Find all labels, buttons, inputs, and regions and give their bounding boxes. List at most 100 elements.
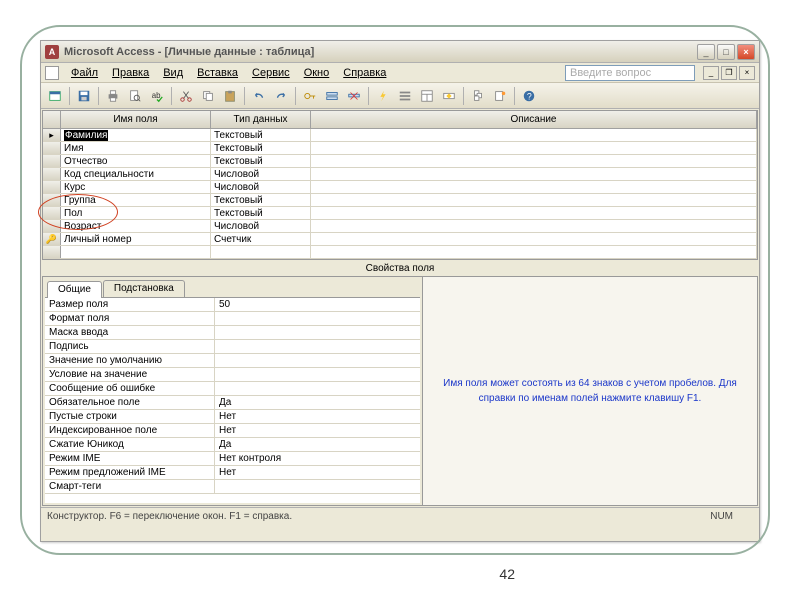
property-value[interactable]: Нет контроля bbox=[215, 452, 420, 465]
mdi-close-button[interactable]: × bbox=[739, 66, 755, 80]
property-row[interactable]: Условие на значение bbox=[45, 368, 420, 382]
property-value[interactable] bbox=[215, 480, 420, 493]
property-row[interactable]: Обязательное полеДа bbox=[45, 396, 420, 410]
property-value[interactable] bbox=[215, 340, 420, 353]
cell-field-name[interactable]: Фамилия bbox=[61, 129, 211, 141]
cell-field-name[interactable]: Код специальности bbox=[61, 168, 211, 180]
property-row[interactable]: Режим IMEНет контроля bbox=[45, 452, 420, 466]
print-button[interactable] bbox=[103, 86, 123, 106]
property-value[interactable] bbox=[215, 382, 420, 395]
tab-general[interactable]: Общие bbox=[47, 281, 102, 298]
mdi-minimize-button[interactable]: _ bbox=[703, 66, 719, 80]
row-selector[interactable] bbox=[43, 181, 61, 193]
table-row[interactable]: КурсЧисловой bbox=[43, 181, 757, 194]
mdi-restore-button[interactable]: ❐ bbox=[721, 66, 737, 80]
menu-help[interactable]: Справка bbox=[337, 65, 392, 81]
paste-button[interactable] bbox=[220, 86, 240, 106]
copy-button[interactable] bbox=[198, 86, 218, 106]
insert-rows-button[interactable] bbox=[322, 86, 342, 106]
property-row[interactable]: Размер поля50 bbox=[45, 298, 420, 312]
property-row[interactable]: Смарт-теги bbox=[45, 480, 420, 494]
cell-field-type[interactable]: Текстовый bbox=[211, 129, 311, 141]
row-selector[interactable]: ▸ bbox=[43, 129, 61, 141]
property-value[interactable]: Да bbox=[215, 438, 420, 451]
cell-field-name[interactable]: Пол bbox=[61, 207, 211, 219]
preview-button[interactable] bbox=[125, 86, 145, 106]
row-selector[interactable] bbox=[43, 155, 61, 167]
cell-field-desc[interactable] bbox=[311, 220, 757, 232]
maximize-button[interactable]: □ bbox=[717, 44, 735, 60]
field-grid[interactable]: Имя поля Тип данных Описание ▸ФамилияТек… bbox=[42, 110, 758, 260]
tab-lookup[interactable]: Подстановка bbox=[103, 280, 185, 297]
build-button[interactable] bbox=[439, 86, 459, 106]
cell-field-type[interactable]: Текстовый bbox=[211, 194, 311, 206]
cell-field-name[interactable]: Имя bbox=[61, 142, 211, 154]
property-row[interactable]: Сообщение об ошибке bbox=[45, 382, 420, 396]
spell-button[interactable]: ab bbox=[147, 86, 167, 106]
close-button[interactable]: × bbox=[737, 44, 755, 60]
cell-field-type[interactable]: Текстовый bbox=[211, 142, 311, 154]
row-selector[interactable] bbox=[43, 168, 61, 180]
cell-field-desc[interactable] bbox=[311, 181, 757, 193]
cell-field-desc[interactable] bbox=[311, 142, 757, 154]
cell-field-desc[interactable] bbox=[311, 129, 757, 141]
table-row[interactable]: 🔑Личный номерСчетчик bbox=[43, 233, 757, 246]
help-search-input[interactable]: Введите вопрос bbox=[565, 65, 695, 81]
redo-button[interactable] bbox=[271, 86, 291, 106]
property-value[interactable]: Нет bbox=[215, 466, 420, 479]
row-selector[interactable] bbox=[43, 207, 61, 219]
cell-field-desc[interactable] bbox=[311, 233, 757, 245]
menu-file[interactable]: Файл bbox=[65, 65, 104, 81]
menu-edit[interactable]: Правка bbox=[106, 65, 155, 81]
property-row[interactable]: Подпись bbox=[45, 340, 420, 354]
table-row[interactable]: ИмяТекстовый bbox=[43, 142, 757, 155]
cell-field-type[interactable]: Текстовый bbox=[211, 155, 311, 167]
lightning-button[interactable] bbox=[373, 86, 393, 106]
row-selector[interactable] bbox=[43, 142, 61, 154]
row-selector[interactable] bbox=[43, 246, 61, 258]
cell-field-desc[interactable] bbox=[311, 207, 757, 219]
properties-button[interactable] bbox=[417, 86, 437, 106]
cell-field-type[interactable] bbox=[211, 246, 311, 258]
cell-field-name[interactable] bbox=[61, 246, 211, 258]
table-row[interactable]: ОтчествоТекстовый bbox=[43, 155, 757, 168]
property-value[interactable] bbox=[215, 368, 420, 381]
table-row[interactable]: ▸ФамилияТекстовый bbox=[43, 129, 757, 142]
table-row[interactable]: Код специальностиЧисловой bbox=[43, 168, 757, 181]
row-selector[interactable] bbox=[43, 220, 61, 232]
property-value[interactable] bbox=[215, 326, 420, 339]
menu-tools[interactable]: Сервис bbox=[246, 65, 296, 81]
table-row[interactable]: ГруппаТекстовый bbox=[43, 194, 757, 207]
cell-field-name[interactable]: Курс bbox=[61, 181, 211, 193]
property-value[interactable] bbox=[215, 354, 420, 367]
help-button[interactable]: ? bbox=[519, 86, 539, 106]
table-row[interactable] bbox=[43, 246, 757, 259]
view-button[interactable] bbox=[45, 86, 65, 106]
table-row[interactable]: ВозрастЧисловой bbox=[43, 220, 757, 233]
new-object-button[interactable] bbox=[490, 86, 510, 106]
cell-field-type[interactable]: Числовой bbox=[211, 168, 311, 180]
cell-field-desc[interactable] bbox=[311, 194, 757, 206]
delete-rows-button[interactable] bbox=[344, 86, 364, 106]
row-selector[interactable]: 🔑 bbox=[43, 233, 61, 245]
property-row[interactable]: Маска ввода bbox=[45, 326, 420, 340]
db-window-button[interactable] bbox=[468, 86, 488, 106]
minimize-button[interactable]: _ bbox=[697, 44, 715, 60]
cut-button[interactable] bbox=[176, 86, 196, 106]
rows-button[interactable] bbox=[395, 86, 415, 106]
property-row[interactable]: Значение по умолчанию bbox=[45, 354, 420, 368]
property-row[interactable]: Режим предложений IMEНет bbox=[45, 466, 420, 480]
menu-view[interactable]: Вид bbox=[157, 65, 189, 81]
property-row[interactable]: Формат поля bbox=[45, 312, 420, 326]
cell-field-desc[interactable] bbox=[311, 155, 757, 167]
property-value[interactable]: Нет bbox=[215, 410, 420, 423]
property-row[interactable]: Индексированное полеНет bbox=[45, 424, 420, 438]
cell-field-desc[interactable] bbox=[311, 168, 757, 180]
cell-field-type[interactable]: Счетчик bbox=[211, 233, 311, 245]
menu-window[interactable]: Окно bbox=[298, 65, 336, 81]
cell-field-name[interactable]: Возраст bbox=[61, 220, 211, 232]
cell-field-type[interactable]: Текстовый bbox=[211, 207, 311, 219]
property-value[interactable]: Да bbox=[215, 396, 420, 409]
cell-field-name[interactable]: Отчество bbox=[61, 155, 211, 167]
row-selector[interactable] bbox=[43, 194, 61, 206]
